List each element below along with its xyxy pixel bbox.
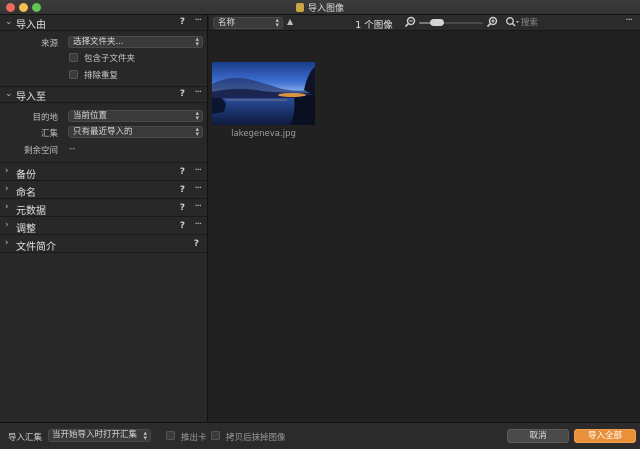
import-settings-panel: ⌄ 导入由 ? ··· 来源 选择文件夹... ▴ ▾ 包含子文件夹 排除重复 ⌄… (0, 15, 208, 422)
help-icon[interactable]: ? (180, 221, 185, 231)
section-adjustments-header[interactable]: › 调整 ? ··· (0, 217, 207, 235)
source-select[interactable]: 选择文件夹... ▴ ▾ (68, 36, 203, 48)
select-arrows-icon: ▴ ▾ (143, 429, 147, 442)
sort-select-value: 名称 (218, 18, 236, 28)
help-icon[interactable]: ? (180, 185, 185, 195)
collection-select-value: 只有最近导入的 (73, 127, 133, 137)
eject-card-checkbox[interactable] (166, 431, 175, 440)
exclude-duplicates-checkbox[interactable] (69, 70, 78, 79)
sort-select[interactable]: 名称 ▴ ▾ (213, 17, 283, 29)
chevron-right-icon[interactable]: › (5, 202, 9, 212)
source-select-value: 选择文件夹... (73, 37, 124, 47)
free-space-label: 剩余空间 (23, 146, 58, 156)
search-icon[interactable] (505, 16, 520, 31)
section-naming-title: 命名 (16, 188, 36, 199)
zoom-slider[interactable] (419, 22, 483, 24)
collection-select[interactable]: 只有最近导入的 ▴ ▾ (68, 126, 203, 138)
section-import-from-title: 导入由 (16, 20, 46, 31)
include-subfolders-checkbox[interactable] (69, 53, 78, 62)
image-filename: lakegeneva.jpg (231, 129, 296, 139)
zoom-out-icon[interactable] (404, 16, 416, 31)
zoom-in-icon[interactable] (486, 16, 498, 31)
section-adjustments-title: 调整 (16, 224, 36, 235)
help-icon[interactable]: ? (180, 89, 185, 99)
more-icon[interactable]: ··· (194, 201, 201, 212)
more-icon[interactable]: ··· (194, 219, 201, 230)
import-all-button[interactable]: 导入全部 (574, 429, 636, 443)
zoom-slider-knob[interactable] (430, 19, 444, 26)
more-icon[interactable]: ··· (625, 15, 632, 26)
section-import-from-header[interactable]: ⌄ 导入由 ? ··· (0, 15, 207, 31)
browser-toolbar: 名称 ▴▾ ▲ 1 个图像 ··· (209, 15, 640, 31)
section-import-to-body: 目的地 当前位置 ▴ ▾ 汇集 只有最近导入的 ▴ ▾ 剩余空间 -- (0, 103, 207, 163)
image-browser: 名称 ▴▾ ▲ 1 个图像 ··· (209, 15, 640, 422)
help-icon[interactable]: ? (180, 203, 185, 213)
title-bar: 导入图像 (0, 0, 640, 15)
section-import-to-title: 导入至 (16, 92, 46, 103)
free-space-value: -- (69, 144, 76, 154)
chevron-down-icon[interactable]: ⌄ (5, 17, 13, 27)
import-collection-select-value: 当开始导入时打开汇集 (52, 430, 138, 440)
help-icon[interactable]: ? (180, 167, 185, 177)
cancel-button[interactable]: 取消 (507, 429, 569, 443)
erase-after-copy-label: 拷贝后抹掉图像 (226, 433, 286, 443)
chevron-right-icon[interactable]: › (5, 166, 9, 176)
more-icon[interactable]: ··· (194, 165, 201, 176)
destination-select-value: 当前位置 (73, 111, 108, 121)
exclude-duplicates-label: 排除重复 (84, 71, 119, 81)
help-icon[interactable]: ? (194, 239, 199, 249)
section-import-to-header[interactable]: ⌄ 导入至 ? ··· (0, 87, 207, 103)
select-arrows-icon: ▴ ▾ (195, 35, 199, 48)
import-collection-select[interactable]: 当开始导入时打开汇集 ▴ ▾ (48, 429, 151, 442)
image-thumbnail[interactable] (212, 62, 315, 125)
section-metadata-header[interactable]: › 元数据 ? ··· (0, 199, 207, 217)
select-arrows-icon: ▴ ▾ (195, 125, 199, 138)
section-naming-header[interactable]: › 命名 ? ··· (0, 181, 207, 199)
help-icon[interactable]: ? (180, 17, 185, 27)
lake-geneva-photo (212, 62, 315, 125)
section-import-from-body: 来源 选择文件夹... ▴ ▾ 包含子文件夹 排除重复 (0, 31, 207, 87)
import-collection-label: 导入汇集 (8, 433, 43, 443)
erase-after-copy-checkbox[interactable] (211, 431, 220, 440)
window-title-wrap: 导入图像 (0, 1, 640, 14)
search-input[interactable] (521, 17, 611, 29)
chevron-down-icon[interactable]: ⌄ (5, 89, 13, 99)
destination-select[interactable]: 当前位置 ▴ ▾ (68, 110, 203, 122)
bottom-bar: 导入汇集 当开始导入时打开汇集 ▴ ▾ 推出卡 拷贝后抹掉图像 取消 导入全部 (0, 422, 640, 449)
chevron-right-icon[interactable]: › (5, 220, 9, 230)
select-arrows-icon: ▴ ▾ (195, 109, 199, 122)
chevron-right-icon[interactable]: › (5, 238, 9, 248)
more-icon[interactable]: ··· (194, 183, 201, 194)
app-icon (295, 3, 304, 12)
destination-label: 目的地 (32, 113, 58, 123)
section-file-info-title: 文件简介 (16, 242, 56, 253)
section-backup-header[interactable]: › 备份 ? ··· (0, 163, 207, 181)
eject-card-label: 推出卡 (181, 433, 207, 443)
sort-direction-icon[interactable]: ▲ (287, 17, 293, 26)
source-label: 来源 (40, 39, 58, 49)
include-subfolders-label: 包含子文件夹 (84, 54, 136, 64)
chevron-right-icon[interactable]: › (5, 184, 9, 194)
section-file-info-header[interactable]: › 文件简介 ? (0, 235, 207, 253)
more-icon[interactable]: ··· (194, 87, 201, 98)
select-arrows-icon: ▴ ▾ (275, 16, 279, 29)
section-backup-title: 备份 (16, 170, 36, 181)
section-metadata-title: 元数据 (16, 206, 46, 217)
more-icon[interactable]: ··· (194, 15, 201, 26)
collection-label: 汇集 (40, 129, 58, 139)
window-title: 导入图像 (307, 4, 344, 14)
